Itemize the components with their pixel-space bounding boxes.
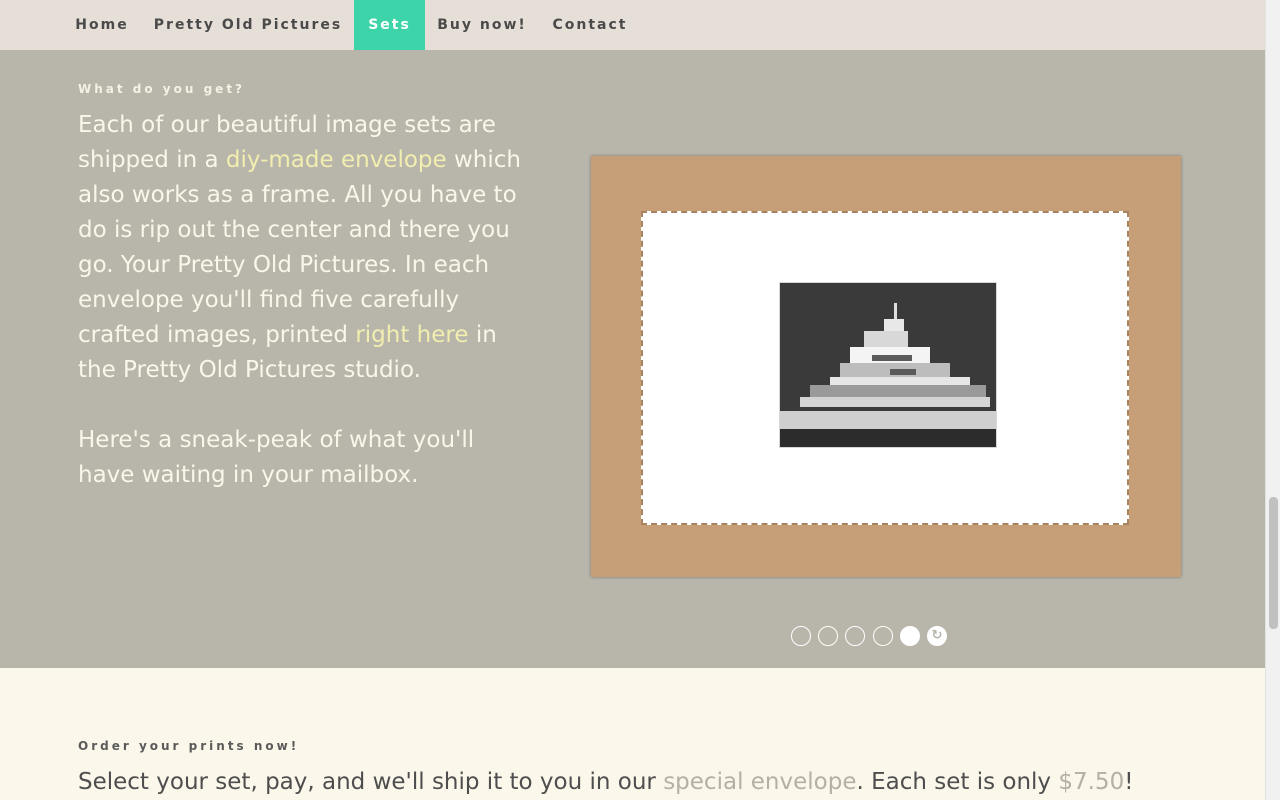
sets-section: What do you get? Each of our beautiful i…	[0, 50, 1265, 668]
top-nav: Home Pretty Old Pictures Sets Buy now! C…	[0, 0, 1265, 50]
text-span: which also works as a frame. All you hav…	[78, 147, 521, 348]
envelope-frame-image	[591, 156, 1181, 577]
slide-dot[interactable]	[845, 626, 865, 646]
slide-dot[interactable]	[791, 626, 811, 646]
nav-contact[interactable]: Contact	[539, 0, 641, 50]
special-envelope-link[interactable]: special envelope	[663, 769, 856, 795]
nav-pretty-old-pictures[interactable]: Pretty Old Pictures	[142, 0, 354, 50]
text-span: !	[1124, 769, 1134, 795]
order-eyebrow: Order your prints now!	[78, 739, 300, 753]
page-scrollbar[interactable]	[1265, 0, 1280, 800]
text-span: . Each set is only	[856, 769, 1059, 795]
order-section: Order your prints now! Select your set, …	[0, 668, 1265, 800]
description-paragraph: Each of our beautiful image sets are shi…	[78, 108, 528, 388]
nav-sets[interactable]: Sets	[354, 0, 425, 50]
slide-dot-active[interactable]	[900, 626, 920, 646]
sets-description: Each of our beautiful image sets are shi…	[78, 108, 528, 493]
frame-window	[641, 211, 1129, 525]
order-description: Select your set, pay, and we'll ship it …	[78, 765, 1133, 800]
building-model-image	[780, 283, 996, 447]
text-span: Select your set, pay, and we'll ship it …	[78, 769, 664, 795]
sneak-peek-paragraph: Here's a sneak-peak of what you'll have …	[78, 427, 475, 488]
architecture-photo	[779, 282, 997, 448]
nav-home[interactable]: Home	[62, 0, 142, 50]
slide-dot[interactable]	[818, 626, 838, 646]
replay-icon[interactable]: ↻	[927, 626, 947, 646]
right-here-link[interactable]: right here	[355, 322, 468, 348]
scrollbar-thumb[interactable]	[1269, 497, 1278, 629]
price-link[interactable]: $7.50	[1058, 769, 1124, 795]
nav-buy-now[interactable]: Buy now!	[425, 0, 539, 50]
slide-dot[interactable]	[873, 626, 893, 646]
diy-envelope-link[interactable]: diy-made envelope	[226, 147, 447, 173]
section-eyebrow: What do you get?	[78, 82, 246, 96]
